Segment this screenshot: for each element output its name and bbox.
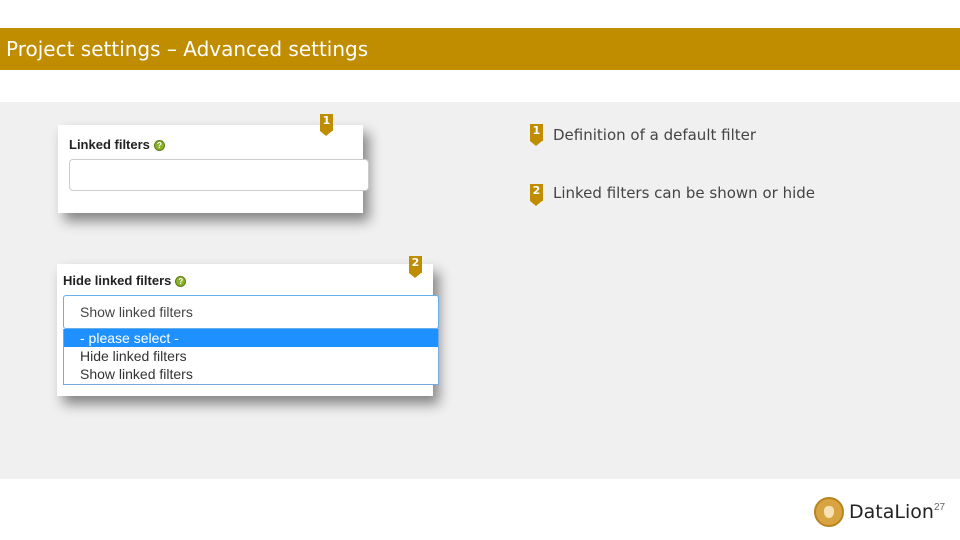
linked-filters-input[interactable]: [69, 159, 369, 191]
dropdown-list: - please select - Hide linked filters Sh…: [63, 329, 439, 385]
marker-1-icon: 1: [320, 114, 333, 136]
hide-linked-filters-select[interactable]: Show linked filters: [63, 295, 439, 329]
legend-text-2: Linked filters can be shown or hide: [553, 184, 815, 202]
legend-marker-2-icon: 2: [530, 184, 543, 206]
lion-icon: [814, 497, 844, 527]
legend-text-1: Definition of a default filter: [553, 126, 757, 144]
linked-filters-label: Linked filters: [69, 137, 150, 152]
linked-filters-label-row: Linked filters?: [69, 137, 165, 152]
dropdown-option[interactable]: - please select -: [64, 329, 438, 347]
hide-linked-filters-panel: Hide linked filters? Show linked filters…: [57, 264, 439, 396]
hide-linked-filters-label-row: Hide linked filters?: [63, 273, 187, 288]
page-number: 27: [934, 502, 946, 513]
page-title: Project settings – Advanced settings: [0, 28, 960, 70]
legend-marker-1-icon: 1: [530, 124, 543, 146]
help-icon[interactable]: ?: [175, 276, 187, 288]
linked-filters-panel: Linked filters?: [58, 125, 369, 213]
marker-2-icon: 2: [409, 256, 422, 278]
hide-linked-filters-label: Hide linked filters: [63, 273, 172, 288]
help-icon[interactable]: ?: [153, 140, 165, 152]
logo-text: DataLion: [849, 501, 934, 523]
dropdown-option[interactable]: Hide linked filters: [64, 347, 438, 365]
dropdown-option[interactable]: Show linked filters: [64, 365, 438, 383]
datalion-logo: DataLion: [814, 496, 934, 528]
